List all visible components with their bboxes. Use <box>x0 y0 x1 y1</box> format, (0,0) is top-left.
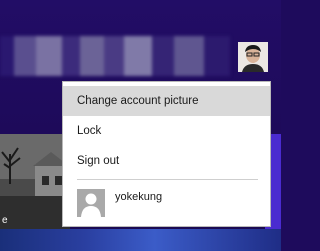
lock-item[interactable]: Lock <box>63 116 270 146</box>
start-screen-title-blurred <box>0 36 230 76</box>
photo-tile[interactable]: e <box>0 134 70 229</box>
menu-divider <box>77 179 258 180</box>
user-photo-icon <box>238 42 268 72</box>
other-user-name: yokekung <box>115 191 163 203</box>
tile-row-bottom <box>0 229 281 251</box>
account-menu: Change account picture Lock Sign out yok… <box>63 82 270 226</box>
switch-user-item[interactable]: yokekung <box>77 186 258 220</box>
change-account-picture-item[interactable]: Change account picture <box>63 86 270 116</box>
tile-photo-image <box>0 134 70 229</box>
sign-out-item[interactable]: Sign out <box>63 146 270 176</box>
tile-caption: e <box>2 215 8 226</box>
current-user-avatar-button[interactable] <box>238 42 268 72</box>
person-silhouette-icon <box>77 189 105 217</box>
